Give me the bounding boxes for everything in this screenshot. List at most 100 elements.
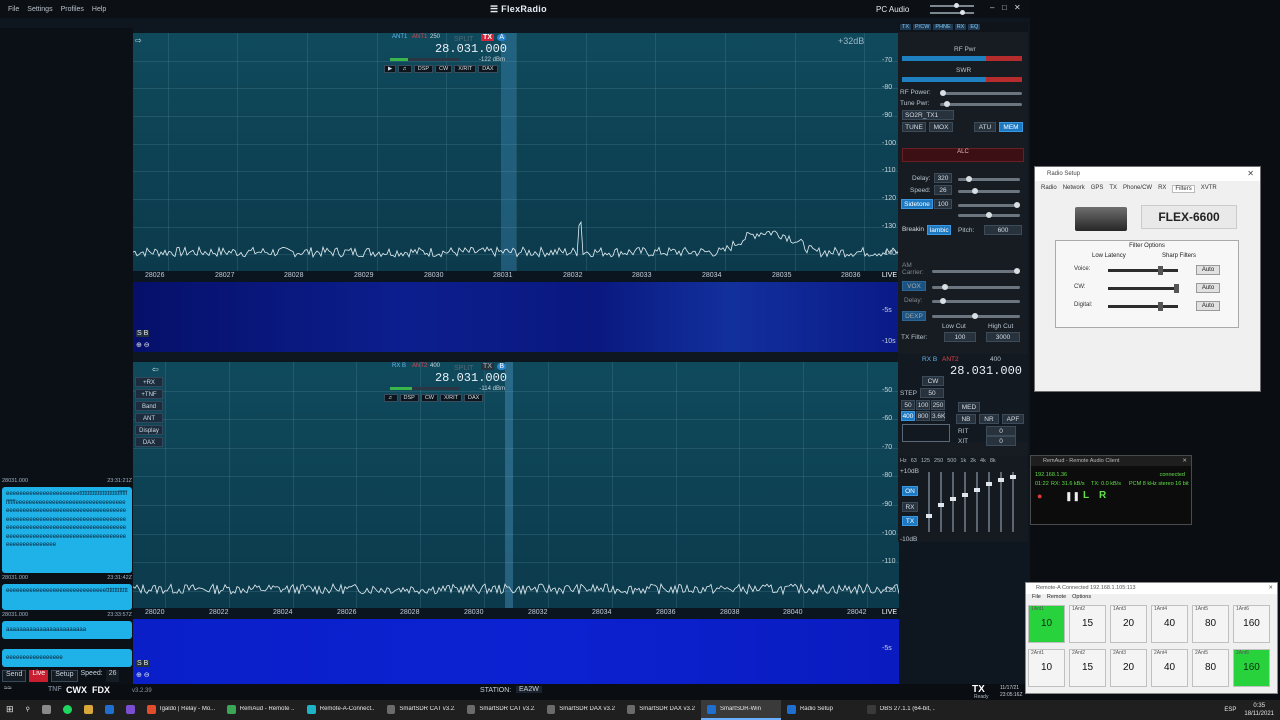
agc-select[interactable]: MED [958,402,980,412]
slider-knob[interactable] [1010,475,1016,479]
tx-profile-select[interactable]: SO2R_TX1 [902,110,954,120]
pan-a-collapse-icon[interactable]: ⇨ [135,36,142,45]
slice-b-tx-badge[interactable]: TX [481,363,494,370]
pan-b-zoom-icon[interactable]: S B [136,660,150,667]
slice-a-dax-button[interactable]: DAX [478,65,498,73]
remaud-record-icon[interactable]: ● [1037,491,1042,501]
antenna-button[interactable]: 1Ant1 10 [1028,605,1065,643]
vox-delay-slider[interactable] [932,298,1020,304]
tab-pcw[interactable]: P/CW [913,24,932,30]
filter-400[interactable]: 400 [901,411,915,421]
tx-filter-high[interactable]: 3000 [986,332,1020,342]
antenna-button[interactable]: 2Ant6 160 [1233,649,1270,687]
pan-a-magnify-icon[interactable]: ⊕ ⊖ [136,341,150,349]
xit-value[interactable]: 0 [986,436,1016,446]
eq-band-slider[interactable] [950,472,956,532]
slice-b-mode-button[interactable]: CW [420,394,438,402]
filter-auto-button[interactable]: Auto [1196,301,1220,311]
minimize-icon[interactable]: – [990,3,994,12]
slice-a-ant-tx[interactable]: ANT1 [412,34,427,40]
close-icon[interactable]: ✕ [1014,3,1021,12]
live-button[interactable]: Live [29,670,49,682]
taskbar-window-button[interactable]: SmartSDR CAT v3.2... [461,700,541,720]
display-button[interactable]: Display [135,425,163,435]
eq-band-slider[interactable] [986,472,992,532]
remaud-right-channel[interactable]: R [1099,490,1106,501]
remote-menu-options[interactable]: Options [1072,594,1091,600]
slice-a-dsp-button[interactable]: DSP [413,65,434,73]
cwx-toggle[interactable]: CWX [66,685,87,695]
taskbar-window-button[interactable]: SmartSDR CAT v3.2... [381,700,461,720]
tray-time[interactable]: 0:35 [1244,702,1274,710]
antenna-button[interactable]: 2Ant3 20 [1110,649,1147,687]
vox-level-slider[interactable] [932,284,1020,290]
cw-speed-value[interactable]: 26 [934,185,952,195]
pan-a-db-scale[interactable]: -70 -80 -90 -100 -110 -120 -130 -140 [880,33,898,271]
radio-setup-tab-filters[interactable]: Filters [1172,185,1195,193]
waterfall-a[interactable] [133,282,899,352]
pan-b-magnify-icon[interactable]: ⊕ ⊖ [136,671,150,679]
filter-auto-button[interactable]: Auto [1196,283,1220,293]
tab-phne[interactable]: PHNE [933,24,953,30]
taskbar-window-button[interactable]: OBS 27.1.1 (64-bit, ... [861,700,941,720]
eq-band-slider[interactable] [926,472,932,532]
eq-tx-button[interactable]: TX [902,516,918,526]
tnf-toggle[interactable]: TNF [48,686,62,693]
tab-tx[interactable]: TX [900,24,912,30]
start-icon[interactable]: ⊞ [0,700,20,720]
filter-250[interactable]: 250 [931,400,945,410]
taskbar-window-button[interactable]: Radio Setup [781,700,861,720]
taskbar-app-icon[interactable] [78,700,99,720]
rit-label[interactable]: RIT [958,428,968,435]
add-rx-button[interactable]: +RX [135,377,163,387]
taskbar-app-icon[interactable] [57,700,78,720]
radio-setup-tab-gps[interactable]: GPS [1091,185,1104,193]
dexp-button[interactable]: DEXP [902,311,926,321]
eq-band-slider[interactable] [974,472,980,532]
chat-message[interactable]: eeeeeeeeeeeeeeeeeeeeeetttttttttttttttttt… [2,487,132,573]
eq-band-slider[interactable] [998,472,1004,532]
radio-setup-tab-phonecw[interactable]: Phone/CW [1123,185,1152,193]
station-name[interactable]: EA2W [516,686,542,693]
send-button[interactable]: Send [2,670,27,682]
pc-audio-slider[interactable] [930,3,974,8]
slider-knob[interactable] [926,514,932,518]
pan-b-collapse-icon[interactable]: ⇦ [152,365,159,374]
pan-a-frequency-axis[interactable]: LIVE 28026 28027 28028 28029 28030 28031 28032… [133,271,899,282]
fdx-toggle[interactable]: FDX [92,685,110,695]
slider-knob[interactable] [986,482,992,486]
filter-100[interactable]: 100 [916,400,930,410]
panadapter-b[interactable] [133,362,899,608]
eq-band-slider[interactable] [938,472,944,532]
speed-field[interactable]: 26 [105,670,120,682]
menu-settings[interactable]: Settings [27,6,52,13]
menu-help[interactable]: Help [92,6,106,13]
slice-a-audio-icon[interactable]: ▶ [384,65,397,73]
taskbar-window-button[interactable]: SmartSDR DAX v3.2... [541,700,621,720]
slice-a-tx-badge[interactable]: TX [481,34,494,41]
taskbar-window-button[interactable]: SmartSDR-Win [700,700,781,720]
add-tnf-button[interactable]: +TNF [135,389,163,399]
slice-b-frequency[interactable]: 28.031.000 [435,371,507,385]
slider-knob[interactable] [1158,266,1163,275]
taskbar-search-icon[interactable]: ⚲ [20,700,36,720]
slice-a-speaker-icon[interactable]: ♬ [398,65,412,73]
radio-setup-close-icon[interactable]: ✕ [1247,169,1254,178]
filter-auto-button[interactable]: Auto [1196,265,1220,275]
rx-frequency[interactable]: 28.031.000 [950,364,1022,378]
tune-pwr-slider[interactable] [940,101,1022,107]
tab-rx[interactable]: RX [954,24,967,30]
antenna-button[interactable]: 2Ant2 15 [1069,649,1106,687]
tray-date[interactable]: 18/11/2021 [1244,710,1274,718]
chat-input[interactable]: eeeeeeeeeeeeeeeee [2,649,132,667]
tx-filter-low[interactable]: 100 [944,332,976,342]
rit-value[interactable]: 0 [986,426,1016,436]
dax-button[interactable]: DAX [135,437,163,447]
slice-a-mode-button[interactable]: CW [435,65,453,73]
tab-eq[interactable]: EQ [968,24,981,30]
cw-delay-slider[interactable] [958,176,1020,182]
remaud-close-icon[interactable]: ✕ [1182,456,1187,466]
radio-setup-tab-network[interactable]: Network [1063,185,1085,193]
slider-knob[interactable] [1158,302,1163,311]
taskbar-window-button[interactable]: RemAud - Remote ... [221,700,301,720]
